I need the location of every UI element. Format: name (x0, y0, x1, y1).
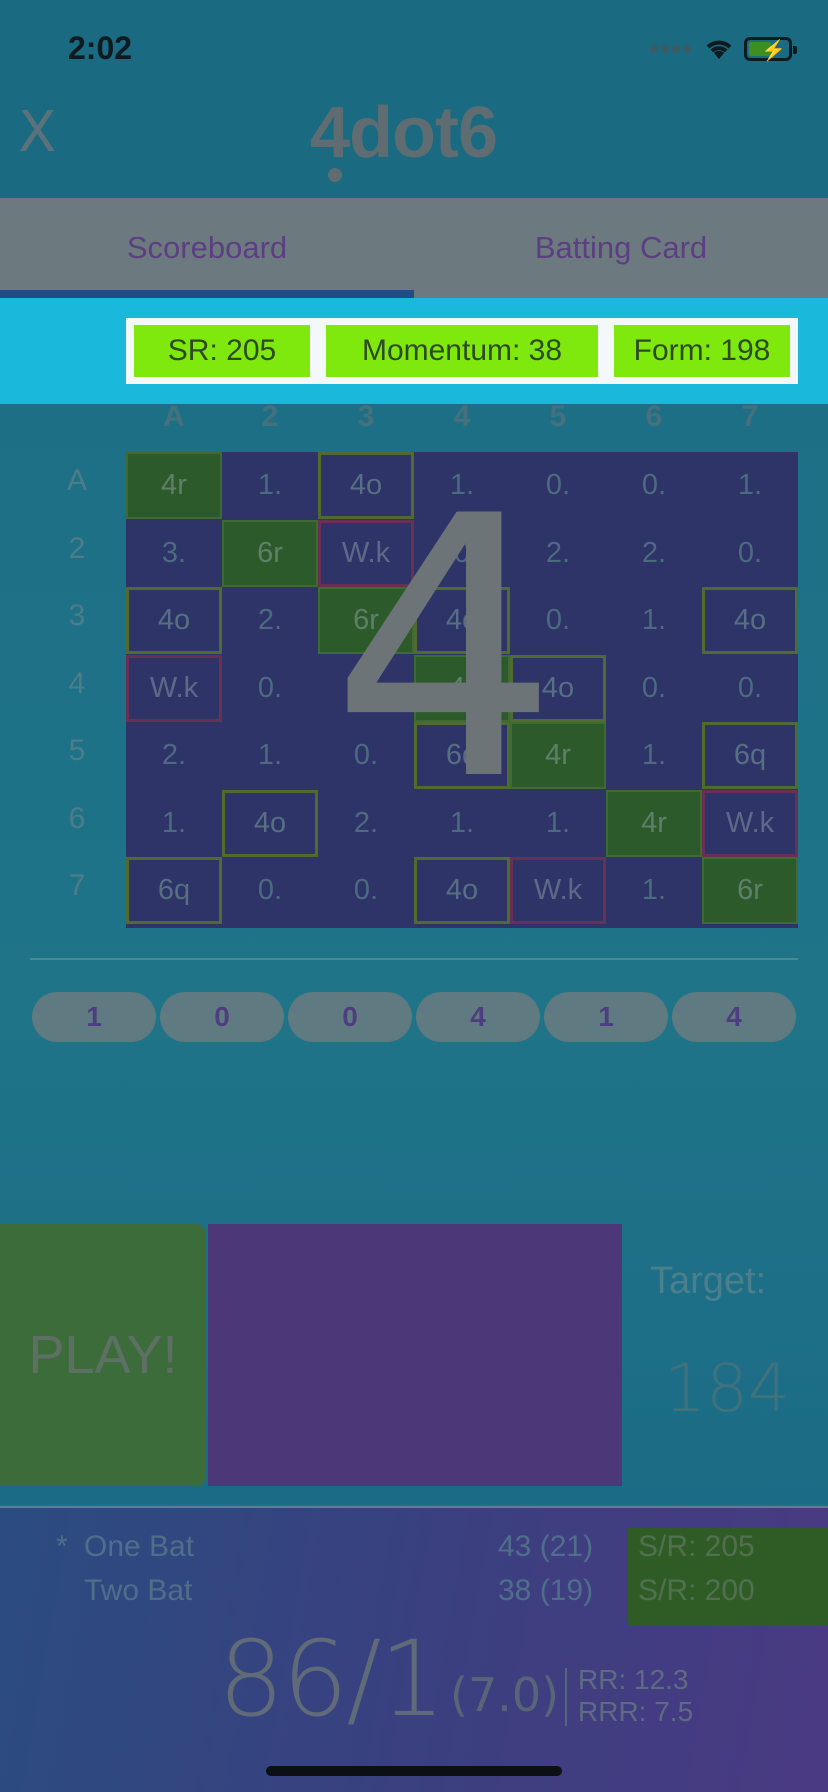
grid-cell: 1. (641, 739, 667, 771)
grid-cell: 2. (641, 536, 667, 569)
recent-ball-pill: 1 (32, 992, 156, 1042)
grid-cell: W.k (702, 789, 798, 857)
grid-cell: 4o (126, 587, 222, 654)
grid-cell: 0. (641, 469, 667, 501)
run-rate: RR: 12.3 (578, 1664, 689, 1695)
grid-cell: 4o (702, 587, 798, 654)
target-value: 184 (664, 1350, 790, 1427)
grid-cell: 1. (161, 806, 187, 839)
divider (30, 958, 798, 960)
grid-row-header: 7 (68, 869, 86, 902)
grid-row-header: 5 (68, 734, 86, 767)
striker-marker: * (56, 1530, 68, 1563)
grid-row-header: A (66, 464, 87, 497)
grid-cell: 4o (414, 857, 510, 924)
active-tab-indicator (0, 290, 414, 298)
grid-cell: 0. (353, 874, 379, 906)
grid-cell: 0. (737, 671, 763, 704)
grid-cell: 6q (702, 722, 798, 789)
innings-total: 86/1 (218, 1618, 446, 1740)
grid-column-header: A (163, 400, 185, 433)
grid-cell: 0. (737, 536, 763, 569)
overs-count: (7.0) (450, 1668, 560, 1722)
play-button[interactable]: PLAY! (0, 1224, 206, 1486)
status-icons: ⚡ (650, 34, 797, 64)
recent-ball-pill: 1 (544, 992, 668, 1042)
grid-cell: 6r (702, 857, 798, 924)
grid-cell: 1. (641, 604, 667, 636)
status-time: 2:02 (68, 30, 133, 66)
recent-ball-pill: 0 (160, 992, 284, 1042)
divider (0, 1506, 828, 1508)
close-button[interactable]: X (18, 100, 56, 165)
grid-cell: W.k (126, 654, 222, 722)
grid-column-header: 3 (357, 400, 375, 433)
grid-column-header: 2 (261, 400, 279, 433)
batter-name: One Bat (84, 1530, 195, 1563)
grid-cell: 2. (257, 604, 283, 636)
grid-cell: 0. (257, 874, 283, 906)
rate-divider (565, 1668, 567, 1726)
grid-cell: 0. (257, 671, 283, 704)
grid-cell: W.k (510, 857, 606, 924)
recent-ball-pill: 4 (416, 992, 540, 1042)
tab-batting-card[interactable]: Batting Card (414, 198, 828, 298)
grid-column-header: 4 (453, 400, 471, 433)
grid-cell: 0. (641, 671, 667, 704)
grid-row-header: 2 (68, 531, 86, 565)
strike-rate-stat: SR: 205 (134, 325, 310, 377)
batter-name: Two Bat (84, 1574, 193, 1607)
batter-score: 38 (19) (498, 1574, 594, 1607)
grid-cell: 4r (126, 452, 222, 519)
tab-bar: Scoreboard Batting Card (0, 198, 828, 298)
battery-icon: ⚡ (744, 37, 797, 62)
grid-cell: 6q (126, 857, 222, 924)
tab-scoreboard[interactable]: Scoreboard (0, 198, 414, 298)
batter-score: 43 (21) (498, 1530, 594, 1563)
grid-cell: 2. (161, 739, 187, 771)
delivery-panel[interactable] (208, 1224, 622, 1486)
app-logo: 4dot6 (310, 93, 498, 173)
target-label: Target: (650, 1260, 767, 1302)
momentum-stat: Momentum: 38 (326, 325, 598, 377)
grid-cell: 4o (222, 789, 318, 857)
grid-column-header: 7 (741, 400, 759, 433)
grid-cell: 6r (222, 519, 318, 587)
logo-dot (328, 168, 342, 182)
grid-column-header: 5 (549, 400, 567, 433)
recent-ball-pill: 4 (672, 992, 796, 1042)
home-indicator[interactable] (266, 1766, 562, 1776)
form-stat: Form: 198 (614, 325, 790, 377)
grid-row-header: 3 (68, 599, 86, 632)
grid-row-header: 6 (68, 801, 86, 835)
required-run-rate: RRR: 7.5 (578, 1696, 694, 1727)
grid-cell: 1. (641, 874, 667, 906)
wifi-icon (706, 40, 732, 59)
grid-cell: 3. (161, 536, 187, 569)
grid-cell: 1. (257, 739, 283, 771)
last-ball-result: 4 (330, 440, 560, 859)
grid-column-header: 6 (645, 400, 663, 433)
grid-row-header: 4 (68, 666, 86, 700)
batter-strike-rate: S/R: 200 (638, 1574, 755, 1607)
grid-cell: 1. (257, 469, 283, 501)
grid-cell: 1. (737, 469, 763, 501)
recent-ball-pill: 0 (288, 992, 412, 1042)
batter-strike-rate: S/R: 205 (638, 1530, 755, 1563)
cellular-signal-icon (650, 40, 694, 58)
grid-cell: 4r (606, 789, 702, 857)
